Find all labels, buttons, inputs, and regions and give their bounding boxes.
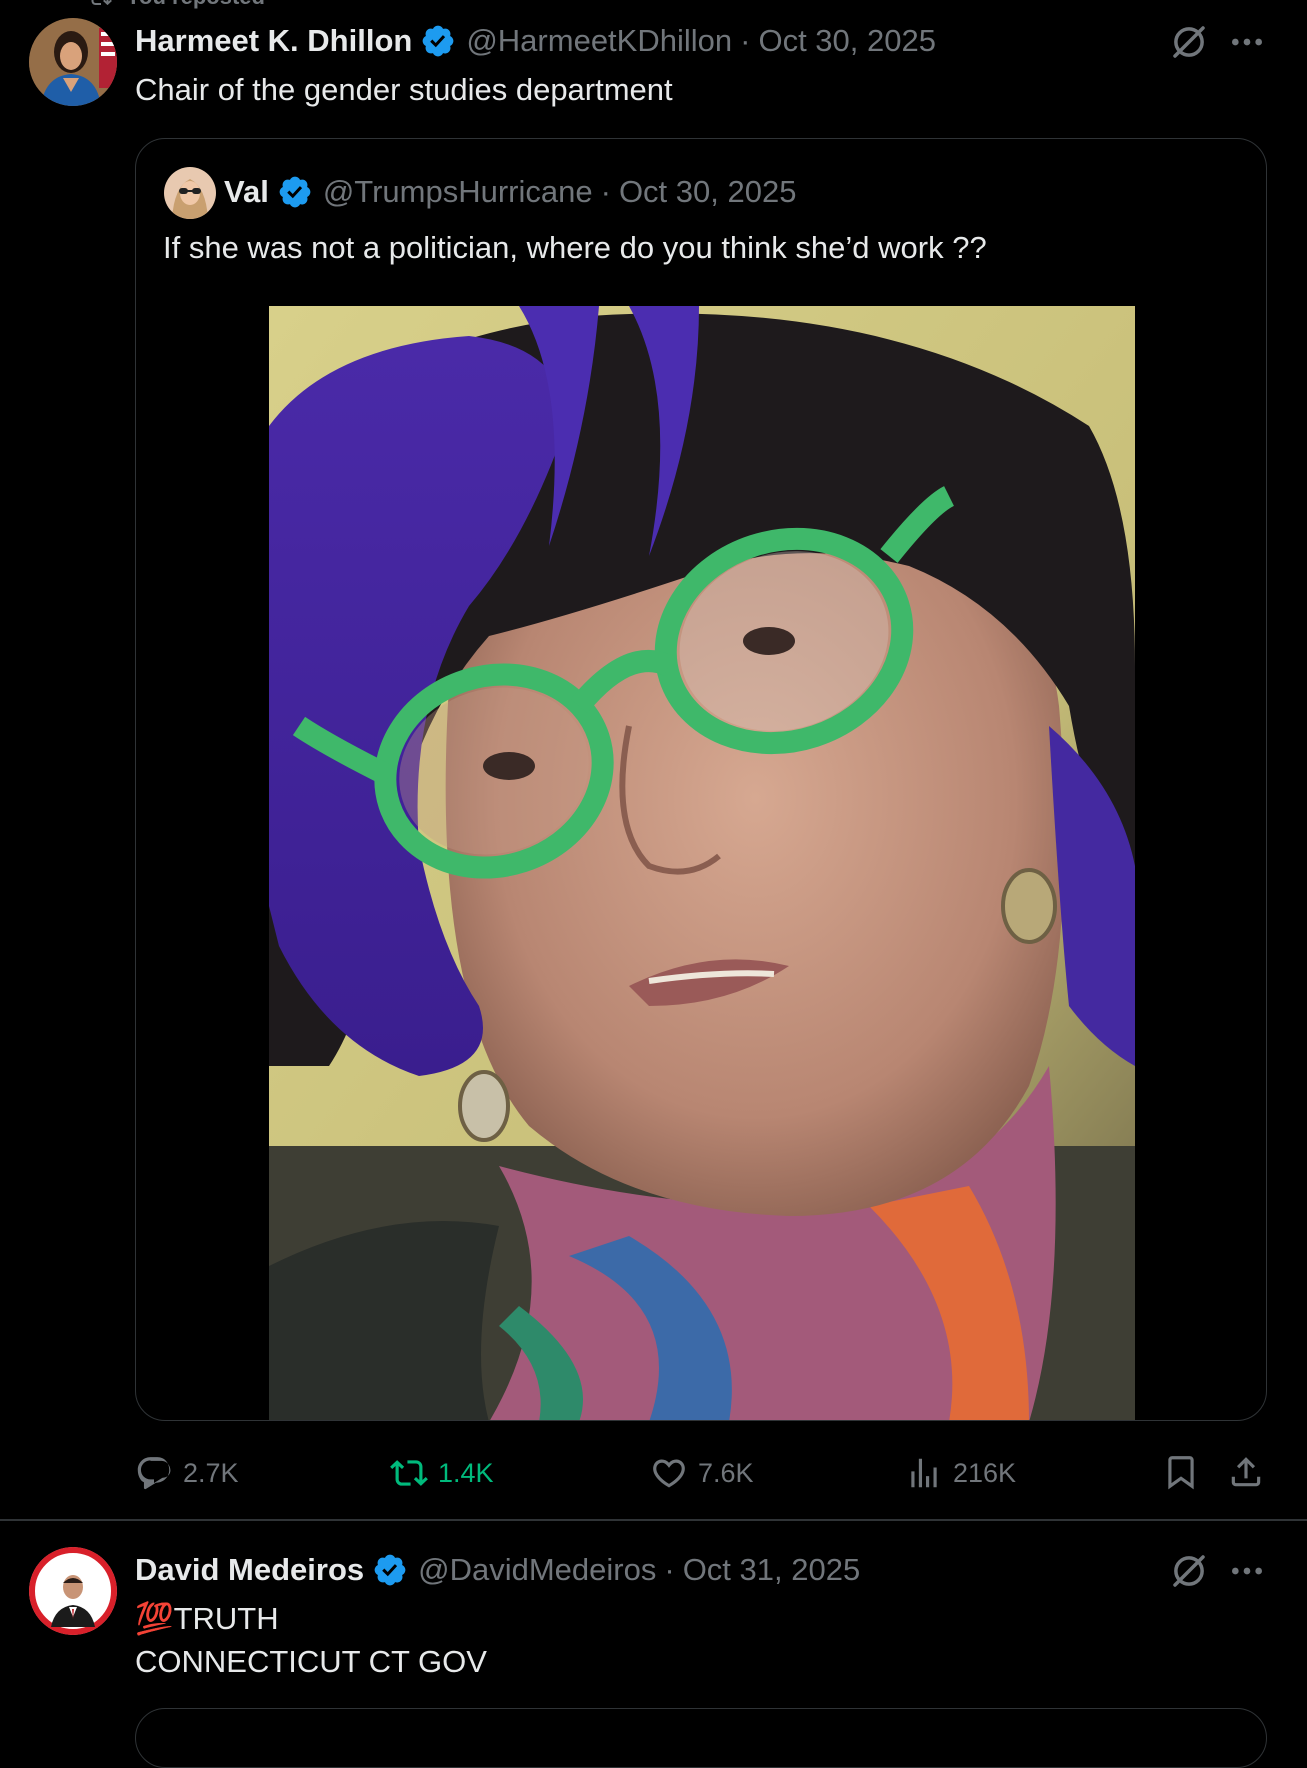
quote-date[interactable]: Oct 30, 2025 — [619, 174, 797, 210]
views-button[interactable]: 216K — [905, 1453, 1016, 1493]
repost-button[interactable]: 1.4K — [390, 1453, 494, 1493]
tweet-header: Harmeet K. Dhillon @HarmeetKDhillon · Oc… — [135, 18, 936, 64]
reply-icon — [137, 1457, 171, 1490]
author-name[interactable]: David Medeiros — [135, 1552, 364, 1588]
separator: · — [740, 23, 751, 58]
quote-avatar[interactable] — [164, 167, 216, 219]
avatar[interactable] — [29, 18, 117, 106]
separator: · — [600, 174, 611, 209]
quoted-tweet-card[interactable] — [135, 1708, 1267, 1768]
more-icon[interactable] — [1227, 1551, 1267, 1591]
grok-icon[interactable] — [1168, 1550, 1210, 1592]
author-name[interactable]: Harmeet K. Dhillon — [135, 23, 412, 59]
quote-text: If she was not a politician, where do yo… — [163, 230, 987, 265]
quote-header: Val @TrumpsHurricane · Oct 30, 2025 — [224, 169, 796, 215]
views-count: 216K — [953, 1457, 1017, 1488]
quote-photo[interactable] — [269, 306, 1135, 1420]
repost-icon — [91, 0, 112, 6]
tweet-divider — [0, 1519, 1307, 1521]
more-icon[interactable] — [1227, 22, 1267, 62]
bookmark-icon[interactable] — [1162, 1453, 1200, 1491]
repost-banner: You reposted — [88, 0, 265, 10]
reply-count: 2.7K — [183, 1457, 239, 1488]
tweet-date[interactable]: Oct 30, 2025 — [758, 23, 936, 59]
tweet-text: Chair of the gender studies department — [135, 72, 673, 107]
quoted-tweet-card[interactable]: Val @TrumpsHurricane · Oct 30, 2025 If s… — [135, 138, 1267, 1421]
share-icon[interactable] — [1227, 1453, 1265, 1491]
tweet-date[interactable]: Oct 31, 2025 — [683, 1552, 861, 1588]
repost-banner-text: You reposted — [126, 0, 265, 10]
tweet-text-line1: 💯TRUTH — [135, 1601, 279, 1636]
separator: · — [664, 1552, 675, 1587]
tweet-text-line2: CONNECTICUT CT GOV — [135, 1644, 487, 1679]
heart-icon — [653, 1459, 685, 1488]
repost-count: 1.4K — [438, 1457, 494, 1488]
views-icon — [911, 1458, 937, 1488]
reply-button[interactable]: 2.7K — [135, 1453, 239, 1493]
repost-icon — [390, 1460, 428, 1486]
like-button[interactable]: 7.6K — [650, 1453, 754, 1493]
grok-icon[interactable] — [1168, 21, 1210, 63]
quote-author-handle[interactable]: @TrumpsHurricane — [323, 174, 593, 210]
author-handle[interactable]: @HarmeetKDhillon — [466, 23, 732, 59]
author-handle[interactable]: @DavidMedeiros — [418, 1552, 656, 1588]
tweet-header: David Medeiros @DavidMedeiros · Oct 31, … — [135, 1547, 860, 1593]
verified-badge-icon[interactable] — [420, 23, 456, 59]
verified-badge-icon[interactable] — [372, 1552, 408, 1588]
like-count: 7.6K — [698, 1457, 754, 1488]
quote-author-name[interactable]: Val — [224, 174, 269, 210]
verified-badge-icon[interactable] — [277, 174, 313, 210]
avatar[interactable] — [29, 1547, 117, 1635]
